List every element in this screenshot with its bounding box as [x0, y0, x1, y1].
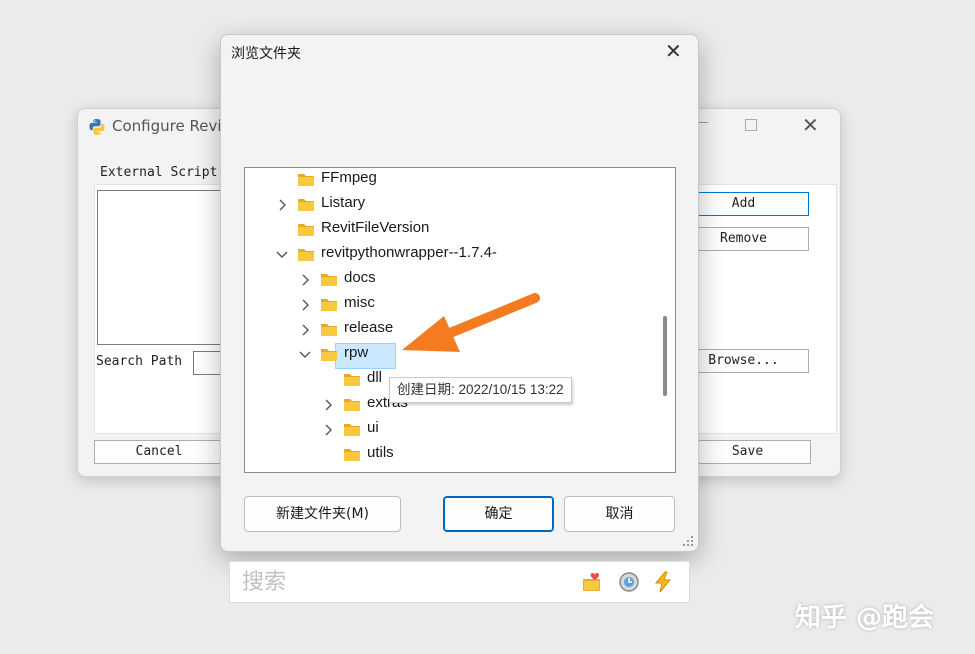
chevron-down-icon[interactable]: [298, 343, 312, 367]
watermark: 知乎 @跑会: [795, 603, 935, 633]
tree-item-label: ui: [367, 419, 379, 436]
search-input[interactable]: [240, 566, 574, 598]
tree-item[interactable]: revitpythonwrapper--1.7.4-: [245, 243, 655, 267]
search-path-label: Search Path: [96, 354, 183, 369]
tree-item[interactable]: Listary: [245, 193, 655, 217]
search-bar: [229, 561, 690, 603]
tree-item-label: dll: [367, 369, 383, 386]
folder-heart-icon[interactable]: [582, 571, 604, 593]
date-tooltip: 创建日期: 2022/10/15 13:22: [389, 377, 572, 403]
tree-item-label: RevitFileVersion: [321, 219, 430, 236]
configure-save-button[interactable]: Save: [684, 440, 811, 464]
ok-button[interactable]: 确定: [443, 496, 554, 532]
chevron-right-icon[interactable]: [298, 293, 312, 317]
clock-icon[interactable]: [618, 571, 640, 593]
tree-item[interactable]: utils: [245, 443, 655, 467]
tree-item-label: FFmpeg: [321, 169, 377, 186]
tree-item-label: Listary: [321, 194, 366, 211]
chevron-right-icon[interactable]: [298, 318, 312, 342]
chevron-right-icon[interactable]: [298, 268, 312, 292]
folder-icon: [298, 174, 314, 186]
lightning-icon[interactable]: [652, 571, 674, 593]
tree-item-label: rpw: [344, 344, 369, 361]
dialog-cancel-button[interactable]: 取消: [564, 496, 675, 532]
configure-window-title: Configure Revit: [112, 117, 228, 135]
resize-grip-icon[interactable]: [682, 535, 694, 547]
folder-icon: [298, 199, 314, 211]
folder-icon: [321, 299, 337, 311]
folder-icon: [321, 349, 337, 361]
folder-icon: [298, 224, 314, 236]
close-icon[interactable]: ✕: [802, 113, 819, 137]
chevron-down-icon[interactable]: [275, 243, 289, 267]
folder-icon: [344, 449, 360, 461]
tree-item[interactable]: FFmpeg: [245, 168, 655, 192]
tree-item[interactable]: RevitFileVersion: [245, 218, 655, 242]
folder-icon: [321, 274, 337, 286]
python-logo-icon: [89, 119, 105, 135]
external-scripts-label: External Script: [100, 165, 218, 180]
dialog-title: 浏览文件夹: [231, 46, 301, 62]
tree-item[interactable]: ui: [245, 418, 655, 442]
maximize-icon[interactable]: [745, 119, 757, 131]
tree-item-label: revitpythonwrapper--1.7.4-: [321, 244, 497, 261]
tree-item-label: utils: [367, 444, 394, 461]
folder-icon: [321, 324, 337, 336]
orange-arrow-annotation: [402, 293, 540, 352]
chevron-right-icon[interactable]: [321, 393, 335, 417]
external-scripts-list[interactable]: [97, 190, 239, 345]
new-folder-button[interactable]: 新建文件夹(M): [244, 496, 401, 532]
tree-item-label: misc: [344, 294, 375, 311]
folder-icon: [344, 374, 360, 386]
configure-cancel-button[interactable]: Cancel: [94, 440, 224, 464]
chevron-right-icon[interactable]: [321, 418, 335, 442]
tree-item[interactable]: docs: [245, 268, 655, 292]
dialog-close-icon[interactable]: ✕: [665, 39, 682, 63]
tree-scrollbar-thumb[interactable]: [663, 316, 667, 396]
chevron-right-icon[interactable]: [275, 193, 289, 217]
folder-icon: [344, 399, 360, 411]
tree-item-label: release: [344, 319, 394, 336]
tree-item-label: docs: [344, 269, 376, 286]
folder-icon: [298, 249, 314, 261]
folder-icon: [344, 424, 360, 436]
